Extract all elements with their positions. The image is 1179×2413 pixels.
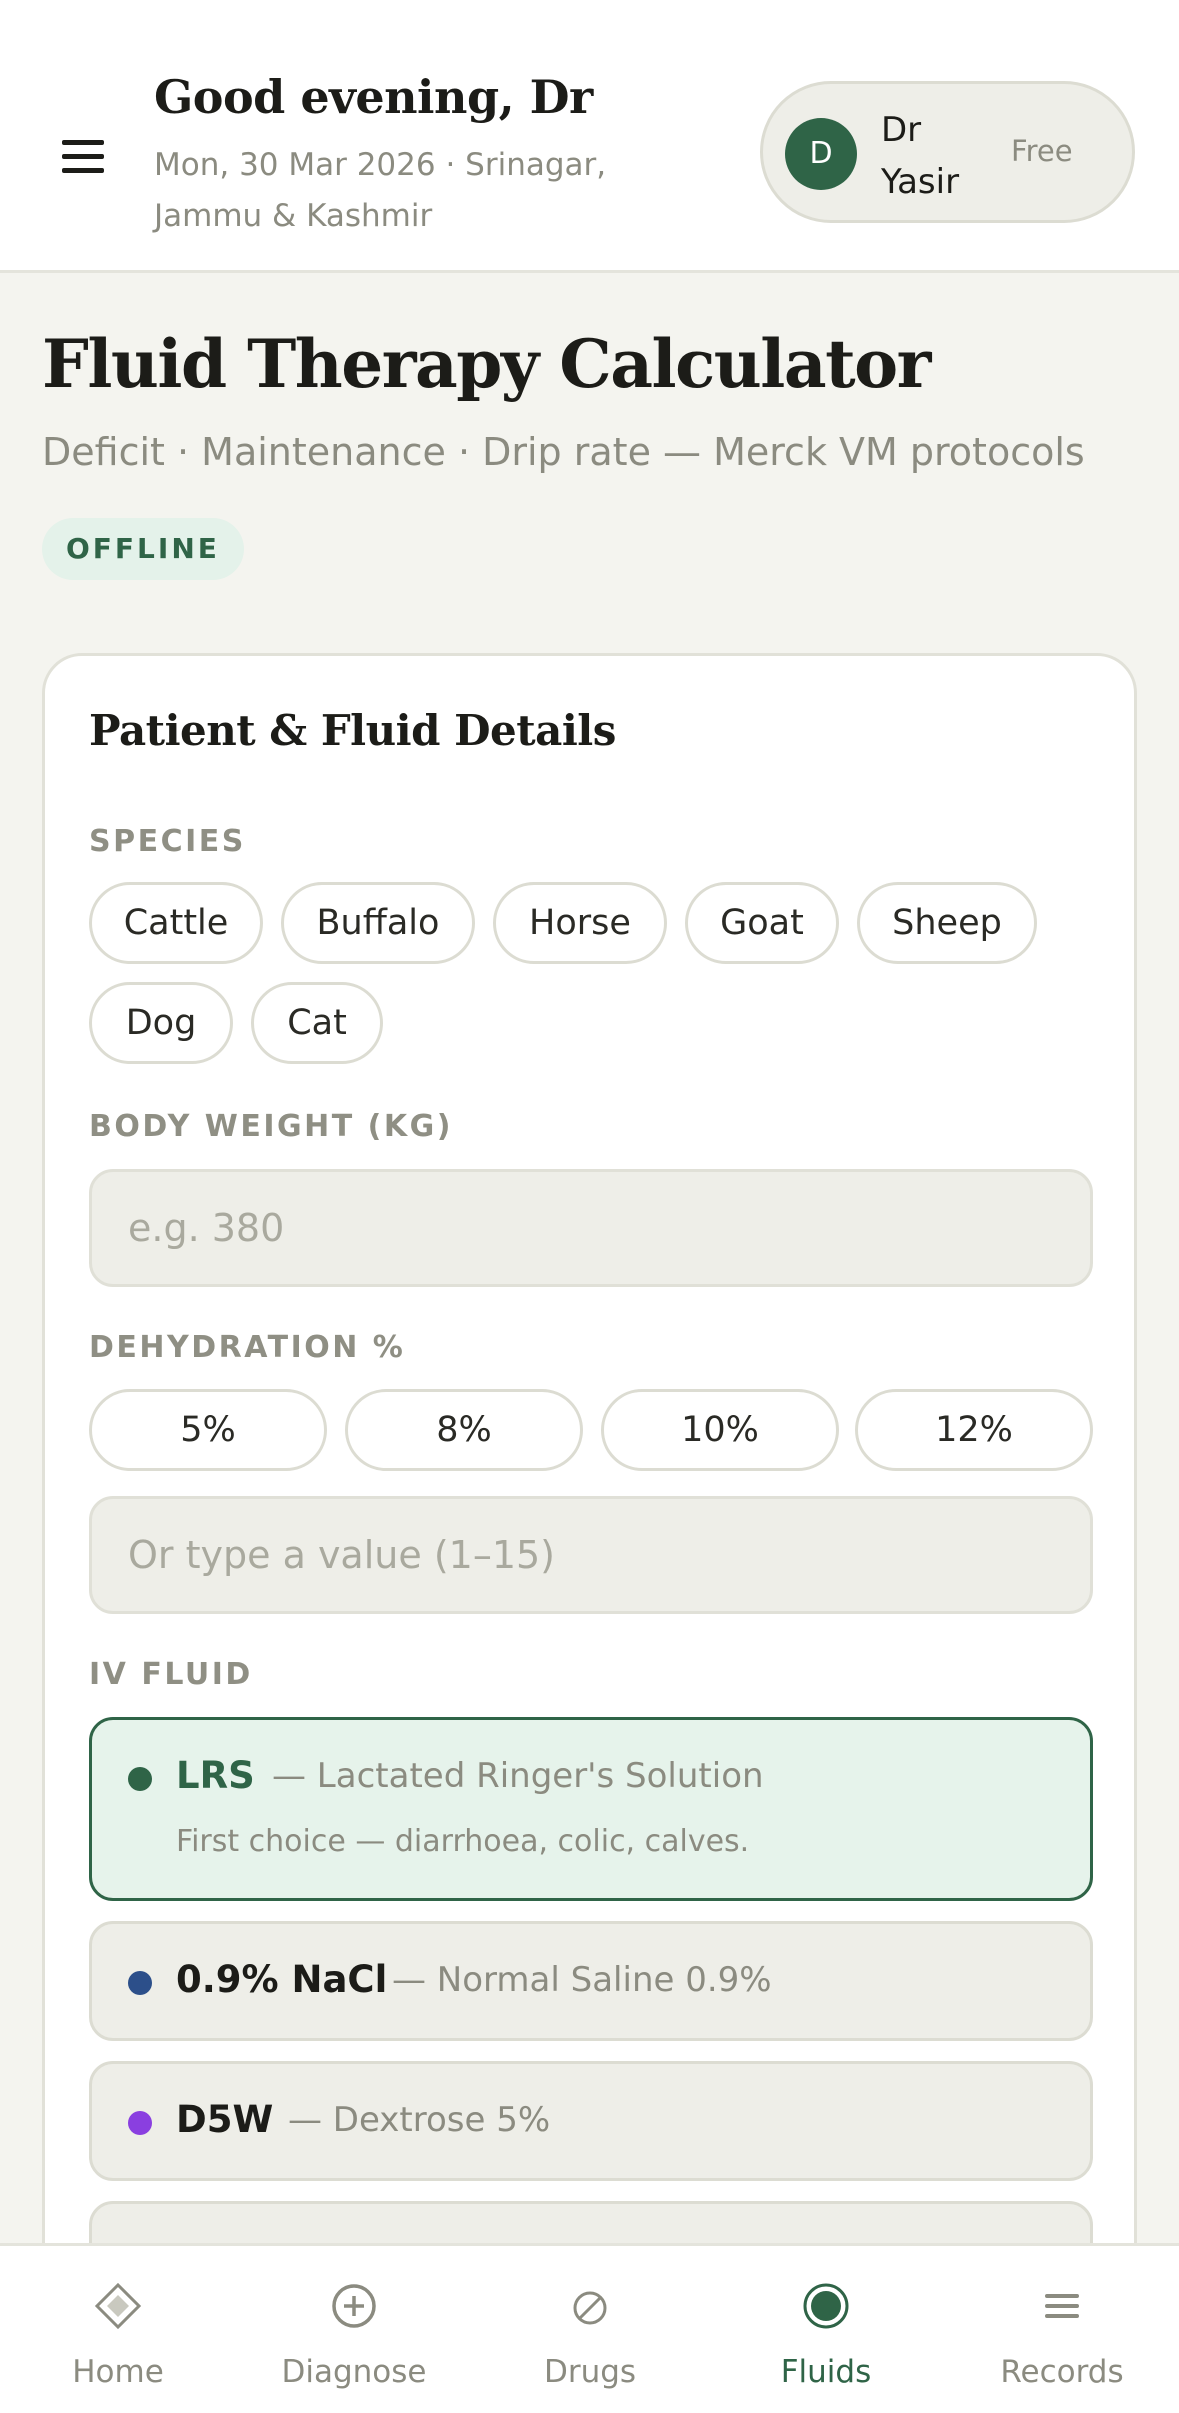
- fluid-color-dot: [128, 1767, 152, 1791]
- fluid-note: First choice — diarrhoea, colic, calves.: [176, 1824, 750, 1859]
- fluid-color-dot: [128, 2111, 152, 2135]
- bottom-nav: Home Diagnose Drugs Fluids Records: [0, 2243, 1179, 2413]
- nav-records[interactable]: Records: [944, 2246, 1179, 2413]
- weight-input[interactable]: [89, 1169, 1093, 1287]
- profile-pill[interactable]: D Dr Yasir Free: [760, 81, 1135, 223]
- nav-home[interactable]: Home: [0, 2246, 236, 2413]
- species-chip-buffalo[interactable]: Buffalo: [281, 882, 475, 964]
- profile-name: Dr Yasir: [881, 110, 960, 202]
- greeting-text: Good evening, Dr: [154, 70, 593, 124]
- fluid-option-nacl[interactable]: 0.9% NaCl — Normal Saline 0.9%: [89, 1921, 1093, 2041]
- dehydration-chip-12[interactable]: 12%: [855, 1389, 1093, 1471]
- species-chip-dog[interactable]: Dog: [89, 982, 233, 1064]
- nav-label-diagnose: Diagnose: [281, 2354, 427, 2390]
- fluid-option-lrs[interactable]: LRS — Lactated Ringer's Solution First c…: [89, 1717, 1093, 1901]
- species-chip-goat[interactable]: Goat: [685, 882, 839, 964]
- fluid-details-card: Patient & Fluid Details SPECIES Cattle B…: [42, 653, 1137, 2353]
- app-header: Good evening, Dr Mon, 30 Mar 2026 · Srin…: [0, 0, 1179, 273]
- fluid-option-d5w[interactable]: D5W — Dextrose 5%: [89, 2061, 1093, 2181]
- iv-fluid-label: IV FLUID: [89, 1657, 253, 1692]
- date-location: Mon, 30 Mar 2026 · Srinagar, Jammu & Kas…: [154, 147, 607, 234]
- avatar: D: [785, 118, 857, 190]
- dehydration-chip-8[interactable]: 8%: [345, 1389, 583, 1471]
- nav-label-drugs: Drugs: [543, 2354, 637, 2390]
- species-chip-sheep[interactable]: Sheep: [857, 882, 1037, 964]
- page-subtitle: Deficit · Maintenance · Drip rate — Merc…: [42, 430, 1085, 474]
- species-label: SPECIES: [89, 824, 246, 859]
- fluid-name: 0.9% NaCl: [176, 1958, 388, 2001]
- species-chip-horse[interactable]: Horse: [493, 882, 667, 964]
- fluid-drop-icon: [803, 2283, 849, 2329]
- fluid-name: LRS: [176, 1754, 255, 1797]
- species-chip-cat[interactable]: Cat: [251, 982, 383, 1064]
- nav-drugs[interactable]: Drugs: [472, 2246, 708, 2413]
- species-chip-cattle[interactable]: Cattle: [89, 882, 263, 964]
- plus-circle-icon: [332, 2284, 376, 2328]
- nav-label-home: Home: [72, 2354, 164, 2390]
- card-title: Patient & Fluid Details: [89, 706, 616, 755]
- nav-diagnose[interactable]: Diagnose: [236, 2246, 472, 2413]
- nav-fluids[interactable]: Fluids: [708, 2246, 944, 2413]
- pill-icon: [573, 2291, 607, 2325]
- dehydration-chip-10[interactable]: 10%: [601, 1389, 839, 1471]
- home-diamond-icon: [94, 2282, 142, 2330]
- list-icon: [1045, 2294, 1079, 2318]
- plan-badge: Free: [1011, 134, 1073, 168]
- weight-label: BODY WEIGHT (KG): [89, 1109, 453, 1144]
- dehydration-label: DEHYDRATION %: [89, 1330, 406, 1365]
- menu-icon[interactable]: [62, 140, 104, 174]
- status-badge: OFFLINE: [42, 518, 244, 580]
- fluid-description: — Lactated Ringer's Solution: [272, 1756, 764, 1796]
- nav-label-records: Records: [1000, 2354, 1124, 2390]
- dehydration-chip-5[interactable]: 5%: [89, 1389, 327, 1471]
- nav-label-fluids: Fluids: [780, 2354, 872, 2390]
- fluid-description: — Normal Saline 0.9%: [392, 1960, 772, 2000]
- fluid-color-dot: [128, 1971, 152, 1995]
- page-title: Fluid Therapy Calculator: [42, 325, 931, 403]
- fluid-name: D5W: [176, 2098, 274, 2141]
- dehydration-input[interactable]: [89, 1496, 1093, 1614]
- fluid-description: — Dextrose 5%: [288, 2100, 551, 2140]
